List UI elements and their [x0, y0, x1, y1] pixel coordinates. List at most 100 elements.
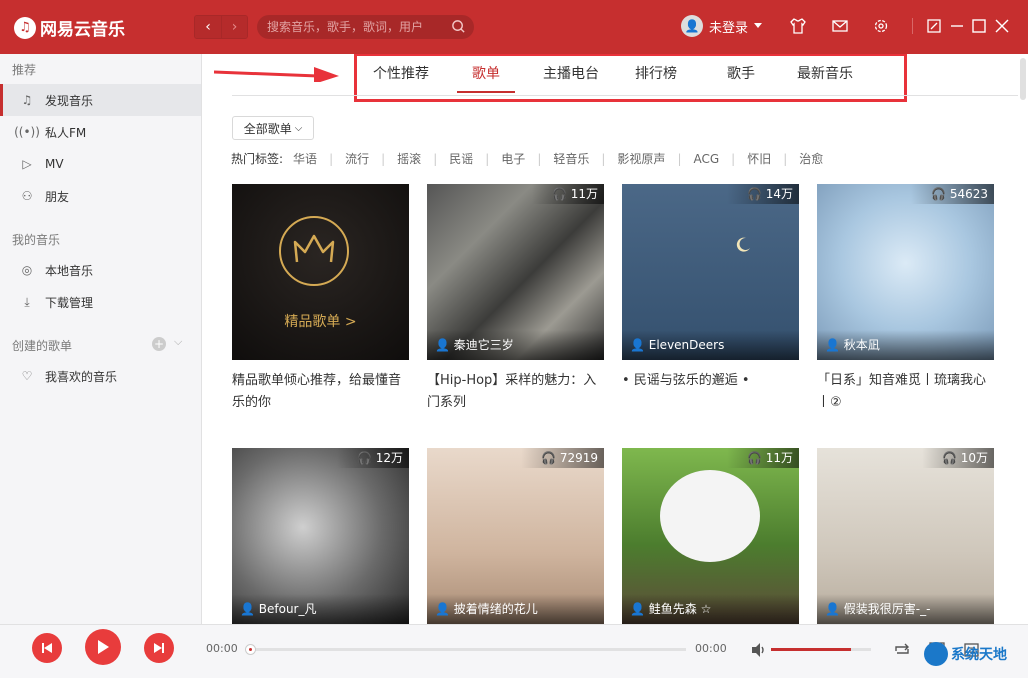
skin-icon[interactable]: [789, 17, 807, 35]
tab-dj-radio[interactable]: 主播电台: [543, 63, 599, 83]
playlist-title[interactable]: 「日系」知音难觅丨琉璃我心丨②: [817, 370, 994, 414]
playlist-card[interactable]: 🎧 10万 👤 假装我很厉害-_-: [817, 448, 994, 624]
back-button[interactable]: ‹: [195, 16, 221, 38]
chevron-down-icon: [754, 23, 763, 28]
playlist-cover[interactable]: 🎧 11万 👤 秦迪它三岁: [427, 184, 604, 360]
tab-charts[interactable]: 排行榜: [635, 63, 677, 83]
friends-icon: ⚇: [21, 189, 33, 203]
playlist-cover[interactable]: 🎧 12万 👤 Befour_凡: [232, 448, 409, 624]
playlist-card[interactable]: 🎧 72919 👤 披着情绪的花儿: [427, 448, 604, 624]
tag-item[interactable]: 电子: [501, 150, 525, 167]
sidebar-item-discover[interactable]: ♫ 发现音乐: [0, 84, 201, 116]
progress-handle[interactable]: [245, 644, 256, 655]
play-count: 🎧 72919: [521, 448, 604, 468]
tab-new-music[interactable]: 最新音乐: [797, 63, 853, 83]
user-login[interactable]: 👤 未登录: [681, 15, 763, 37]
playlist-title[interactable]: 精品歌单倾心推荐，给最懂音乐的你: [232, 370, 409, 414]
progress-bar[interactable]: [247, 648, 686, 651]
play-button[interactable]: [85, 629, 121, 665]
tag-item[interactable]: 轻音乐: [553, 150, 589, 167]
tab-playlists[interactable]: 歌单: [472, 63, 500, 83]
volume-icon[interactable]: [749, 640, 769, 660]
tag-separator: |: [329, 151, 334, 166]
playlist-card[interactable]: 🎧 11万 👤 鲑鱼先森 ☆: [622, 448, 799, 624]
playlist-creator[interactable]: 👤 披着情绪的花儿: [427, 594, 604, 624]
tag-item[interactable]: 民谣: [449, 150, 473, 167]
tag-item[interactable]: 华语: [293, 150, 317, 167]
playlist-cover[interactable]: 🎧 14万 👤 ElevenDeers: [622, 184, 799, 360]
tag-item[interactable]: 怀旧: [747, 150, 771, 167]
playlist-creator[interactable]: 👤 Befour_凡: [232, 594, 409, 624]
playlist-cover[interactable]: 🎧 11万 👤 鲑鱼先森 ☆: [622, 448, 799, 624]
tab-artists[interactable]: 歌手: [727, 63, 755, 83]
previous-button[interactable]: [32, 633, 62, 663]
sidebar-item-downloads[interactable]: ⤓ 下载管理: [0, 286, 201, 318]
playlist-cover[interactable]: 🎧 54623 👤 秋本凪: [817, 184, 994, 360]
hot-tags: 热门标签: 华语 | 流行 | 摇滚 | 民谣 | 电子 | 轻音乐 | 影视原声 | ACG…: [231, 150, 823, 167]
volume-slider[interactable]: [771, 648, 871, 651]
download-icon: ⤓: [24, 294, 30, 309]
sidebar-item-label: 私人FM: [45, 125, 87, 140]
premium-label: 精品歌单 >: [284, 314, 357, 330]
sidebar-section-created-playlists: 创建的歌单: [12, 339, 73, 353]
creator-name: Befour_凡: [258, 602, 317, 616]
sidebar-item-label: 下载管理: [45, 295, 94, 310]
tag-item[interactable]: ACG: [693, 152, 719, 166]
tag-separator: |: [537, 151, 542, 166]
radio-icon: ((•)): [14, 125, 40, 139]
watermark-logo-icon: [924, 642, 948, 666]
playlist-card-premium[interactable]: 精品歌单 > 精品歌单倾心推荐，给最懂音乐的你: [232, 184, 409, 414]
playlist-card[interactable]: 🎧 14万 👤 ElevenDeers • 民谣与弦乐的邂逅 •: [622, 184, 799, 414]
playlist-cover[interactable]: 🎧 72919 👤 披着情绪的花儿: [427, 448, 604, 624]
scrollbar-thumb[interactable]: [1020, 58, 1026, 100]
tag-item[interactable]: 治愈: [799, 150, 823, 167]
playlist-creator[interactable]: 👤 ElevenDeers: [622, 330, 799, 360]
playlist-cover[interactable]: 🎧 10万 👤 假装我很厉害-_-: [817, 448, 994, 624]
maximize-icon[interactable]: [970, 17, 988, 35]
playlist-title[interactable]: 【Hip-Hop】采样的魅力：入门系列: [427, 370, 604, 414]
tab-personal-recommend[interactable]: 个性推荐: [373, 63, 429, 83]
sidebar-item-friends[interactable]: ⚇ 朋友: [0, 180, 201, 212]
playlist-cover[interactable]: 精品歌单 >: [232, 184, 409, 360]
mini-mode-icon[interactable]: [925, 17, 943, 35]
forward-button[interactable]: ›: [221, 16, 247, 38]
playlist-card[interactable]: 🎧 12万 👤 Befour_凡: [232, 448, 409, 624]
all-playlists-button[interactable]: 全部歌单 ⌵: [232, 116, 314, 140]
tag-item[interactable]: 影视原声: [617, 150, 665, 167]
app-logo[interactable]: ♫ 网易云音乐: [14, 15, 125, 40]
message-icon[interactable]: [831, 17, 849, 35]
close-icon[interactable]: [993, 17, 1011, 35]
tab-divider: [232, 95, 1018, 96]
chevron-down-icon[interactable]: ⌵: [174, 335, 182, 349]
playlist-card[interactable]: 🎧 54623 👤 秋本凪 「日系」知音难觅丨琉璃我心丨②: [817, 184, 994, 414]
sidebar-item-mv[interactable]: ▷ MV: [0, 148, 201, 180]
loop-mode-icon[interactable]: [892, 640, 912, 660]
playlist-title[interactable]: • 民谣与弦乐的邂逅 •: [622, 370, 799, 414]
play-count: 🎧 14万: [726, 184, 799, 204]
playlist-creator[interactable]: 👤 鲑鱼先森 ☆: [622, 594, 799, 624]
title-bar: ♫ 网易云音乐 ‹ › 👤 未登录: [0, 0, 1028, 54]
search-icon[interactable]: [451, 19, 466, 34]
total-time: 00:00: [695, 642, 727, 655]
playlist-creator[interactable]: 👤 秋本凪: [817, 330, 994, 360]
playlist-card[interactable]: 🎧 11万 👤 秦迪它三岁 【Hip-Hop】采样的魅力：入门系列: [427, 184, 604, 414]
sidebar-item-local-music[interactable]: ◎ 本地音乐: [0, 254, 201, 286]
avatar: 👤: [681, 15, 703, 37]
tag-item[interactable]: 流行: [345, 150, 369, 167]
playlist-creator[interactable]: 👤 秦迪它三岁: [427, 330, 604, 360]
sidebar-item-fm[interactable]: ((•)) 私人FM: [0, 116, 201, 148]
sidebar-item-liked-music[interactable]: ♡ 我喜欢的音乐: [0, 360, 201, 392]
sidebar-item-label: 本地音乐: [45, 263, 94, 278]
tag-separator: |: [677, 151, 682, 166]
next-button[interactable]: [144, 633, 174, 663]
settings-gear-icon[interactable]: [872, 17, 890, 35]
volume-level: [771, 648, 851, 651]
annotation-arrow-icon: [214, 67, 339, 82]
add-playlist-icon[interactable]: +: [152, 337, 166, 351]
search-input[interactable]: [257, 15, 474, 39]
tag-item[interactable]: 摇滚: [397, 150, 421, 167]
sidebar-item-label: 发现音乐: [45, 93, 94, 108]
sidebar-section-recommend: 推荐: [12, 63, 37, 77]
playlist-creator[interactable]: 👤 假装我很厉害-_-: [817, 594, 994, 624]
minimize-icon[interactable]: [948, 17, 966, 35]
